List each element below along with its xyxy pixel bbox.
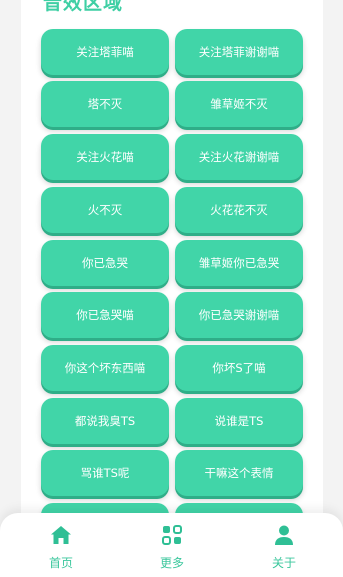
- sound-button[interactable]: 雏草姬不灭: [175, 81, 303, 127]
- sound-button[interactable]: 塔不灭: [41, 81, 169, 127]
- sound-button[interactable]: 关注火花谢谢喵: [175, 134, 303, 180]
- sound-button[interactable]: 都说我臭TS: [41, 398, 169, 444]
- sound-button[interactable]: 你已急哭喵: [41, 292, 169, 338]
- user-icon: [272, 523, 296, 547]
- sound-button[interactable]: 你这个坏东西喵: [41, 345, 169, 391]
- sound-button[interactable]: 关注塔菲喵: [41, 29, 169, 75]
- tab-about-label: 关于: [271, 556, 296, 570]
- sound-button[interactable]: 关注塔菲谢谢喵: [175, 29, 303, 75]
- sound-button[interactable]: 说谁是TS: [175, 398, 303, 444]
- sound-button[interactable]: 火不灭: [41, 187, 169, 233]
- home-icon: [49, 523, 73, 547]
- sound-button[interactable]: 火花花不灭: [175, 187, 303, 233]
- bottom-tab-bar: 首页 更多 关于: [0, 513, 343, 577]
- content-page: 音效区域 关注塔菲喵 关注塔菲谢谢喵 塔不灭 雏草姬不灭 关注火花喵 关注火花谢…: [21, 0, 323, 577]
- tab-about[interactable]: 关于: [244, 523, 324, 575]
- sound-button[interactable]: 雏草姬你已急哭: [175, 240, 303, 286]
- tab-more[interactable]: 更多: [132, 523, 212, 575]
- tab-home-label: 首页: [48, 556, 73, 570]
- sound-button[interactable]: 关注火花喵: [41, 134, 169, 180]
- tab-more-label: 更多: [159, 556, 184, 570]
- sound-button[interactable]: 你已急哭: [41, 240, 169, 286]
- section-title: 音效区域: [43, 0, 124, 14]
- sound-button[interactable]: 骂谁TS呢: [41, 450, 169, 496]
- sound-button[interactable]: 干嘛这个表情: [175, 450, 303, 496]
- more-icon: [160, 523, 184, 547]
- tab-home[interactable]: 首页: [21, 523, 101, 575]
- sound-button[interactable]: 你已急哭谢谢喵: [175, 292, 303, 338]
- sound-button[interactable]: 你坏S了喵: [175, 345, 303, 391]
